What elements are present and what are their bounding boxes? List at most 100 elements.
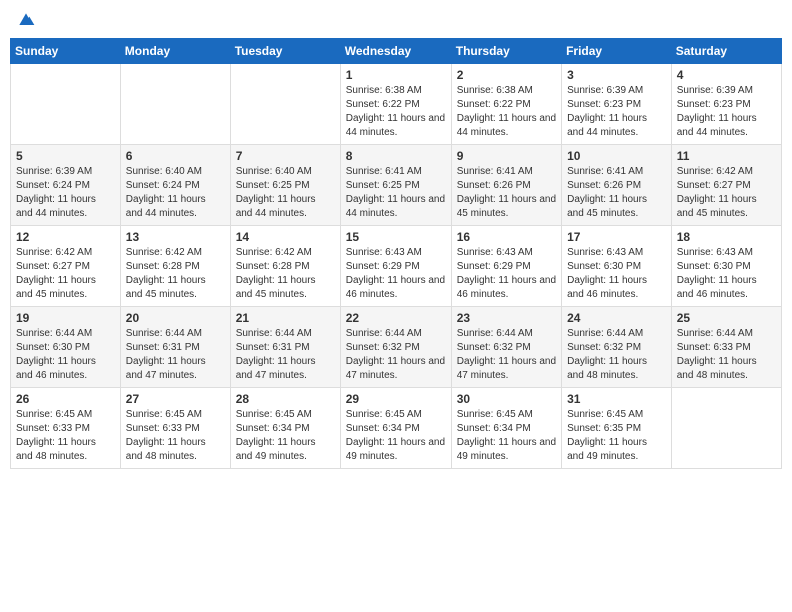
calendar-cell: 31Sunrise: 6:45 AM Sunset: 6:35 PM Dayli… [562,388,672,469]
day-number: 18 [677,230,776,244]
calendar-cell: 7 Sunrise: 6:40 AM Sunset: 6:25 PM Daylig… [230,145,340,226]
calendar-cell: 14 Sunrise: 6:42 AM Sunset: 6:28 PM Dayli… [230,226,340,307]
day-info: Sunrise: 6:44 AM Sunset: 6:31 PM Dayligh… [126,327,225,383]
day-of-week-header: Saturday [671,39,781,64]
day-number: 4 [677,68,776,82]
day-info: Sunrise: 6:41 AM Sunset: 6:25 PM Dayligh… [346,165,446,221]
day-number: 30 [457,392,556,406]
day-number: 24 [567,311,666,325]
calendar-week-row: 5Sunrise: 6:39 AM Sunset: 6:24 PM Daylig… [11,145,782,226]
day-info: Sunrise: 6:43 AM Sunset: 6:30 PM Dayligh… [677,246,776,302]
day-of-week-header: Thursday [451,39,561,64]
calendar-table: SundayMondayTuesdayWednesdayThursdayFrid… [10,38,782,469]
day-info: Sunrise: 6:42 AM Sunset: 6:28 PM Dayligh… [126,246,225,302]
calendar-week-row: 1 Sunrise: 6:38 AM Sunset: 6:22 PM Daylig… [11,64,782,145]
day-info: Sunrise: 6:42 AM Sunset: 6:28 PM Dayligh… [236,246,335,302]
day-number: 27 [126,392,225,406]
day-info: Sunrise: 6:45 AM Sunset: 6:33 PM Dayligh… [16,408,115,464]
day-of-week-header: Sunday [11,39,121,64]
calendar-cell: 20 Sunrise: 6:44 AM Sunset: 6:31 PM Dayli… [120,307,230,388]
day-of-week-header: Tuesday [230,39,340,64]
day-number: 22 [346,311,446,325]
day-info: Sunrise: 6:38 AM Sunset: 6:22 PM Dayligh… [457,84,556,140]
day-of-week-header: Monday [120,39,230,64]
calendar-cell: 25 Sunrise: 6:44 AM Sunset: 6:33 PM Dayli… [671,307,781,388]
day-number: 1 [346,68,446,82]
calendar-cell: 4 Sunrise: 6:39 AM Sunset: 6:23 PM Daylig… [671,64,781,145]
day-number: 7 [236,149,335,163]
calendar-cell: 27 Sunrise: 6:45 AM Sunset: 6:33 PM Dayli… [120,388,230,469]
day-number: 25 [677,311,776,325]
day-number: 28 [236,392,335,406]
calendar-cell: 13 Sunrise: 6:42 AM Sunset: 6:28 PM Dayli… [120,226,230,307]
day-info: Sunrise: 6:45 AM Sunset: 6:34 PM Dayligh… [457,408,556,464]
day-number: 15 [346,230,446,244]
day-info: Sunrise: 6:39 AM Sunset: 6:23 PM Dayligh… [567,84,666,140]
calendar-cell: 19 Sunrise: 6:44 AM Sunset: 6:30 PM Dayli… [11,307,121,388]
day-info: Sunrise: 6:44 AM Sunset: 6:32 PM Dayligh… [567,327,666,383]
day-number: 3 [567,68,666,82]
day-info: Sunrise: 6:45 AM Sunset: 6:33 PM Dayligh… [126,408,225,464]
day-number: 9 [457,149,556,163]
calendar-cell: 11 Sunrise: 6:42 AM Sunset: 6:27 PM Dayli… [671,145,781,226]
day-info: Sunrise: 6:45 AM Sunset: 6:34 PM Dayligh… [236,408,335,464]
calendar-cell: 16 Sunrise: 6:43 AM Sunset: 6:29 PM Dayli… [451,226,561,307]
day-info: Sunrise: 6:39 AM Sunset: 6:23 PM Dayligh… [677,84,776,140]
day-info: Sunrise: 6:45 AM Sunset: 6:34 PM Dayligh… [346,408,446,464]
day-info: Sunrise: 6:40 AM Sunset: 6:25 PM Dayligh… [236,165,335,221]
day-number: 13 [126,230,225,244]
day-number: 31 [567,392,666,406]
calendar-cell: 6Sunrise: 6:40 AM Sunset: 6:24 PM Daylig… [120,145,230,226]
calendar-cell [120,64,230,145]
calendar-cell: 3 Sunrise: 6:39 AM Sunset: 6:23 PM Daylig… [562,64,672,145]
calendar-week-row: 12 Sunrise: 6:42 AM Sunset: 6:27 PM Dayli… [11,226,782,307]
calendar-cell: 23 Sunrise: 6:44 AM Sunset: 6:32 PM Dayli… [451,307,561,388]
day-info: Sunrise: 6:41 AM Sunset: 6:26 PM Dayligh… [457,165,556,221]
calendar-cell: 8Sunrise: 6:41 AM Sunset: 6:25 PM Daylig… [340,145,451,226]
day-number: 5 [16,149,115,163]
day-of-week-header: Friday [562,39,672,64]
day-of-week-header: Wednesday [340,39,451,64]
calendar-cell: 26 Sunrise: 6:45 AM Sunset: 6:33 PM Dayli… [11,388,121,469]
day-info: Sunrise: 6:44 AM Sunset: 6:32 PM Dayligh… [457,327,556,383]
day-number: 11 [677,149,776,163]
calendar-cell: 29Sunrise: 6:45 AM Sunset: 6:34 PM Dayli… [340,388,451,469]
day-info: Sunrise: 6:43 AM Sunset: 6:29 PM Dayligh… [457,246,556,302]
day-number: 20 [126,311,225,325]
day-number: 10 [567,149,666,163]
calendar-cell: 24 Sunrise: 6:44 AM Sunset: 6:32 PM Dayli… [562,307,672,388]
day-info: Sunrise: 6:44 AM Sunset: 6:30 PM Dayligh… [16,327,115,383]
calendar-cell: 5Sunrise: 6:39 AM Sunset: 6:24 PM Daylig… [11,145,121,226]
calendar-cell: 9 Sunrise: 6:41 AM Sunset: 6:26 PM Daylig… [451,145,561,226]
logo [14,10,36,30]
day-number: 26 [16,392,115,406]
logo-icon [16,10,36,30]
calendar-cell: 22Sunrise: 6:44 AM Sunset: 6:32 PM Dayli… [340,307,451,388]
calendar-cell: 1 Sunrise: 6:38 AM Sunset: 6:22 PM Daylig… [340,64,451,145]
day-info: Sunrise: 6:43 AM Sunset: 6:29 PM Dayligh… [346,246,446,302]
calendar-cell [671,388,781,469]
page-header [10,10,782,30]
calendar-cell: 28 Sunrise: 6:45 AM Sunset: 6:34 PM Dayli… [230,388,340,469]
day-info: Sunrise: 6:42 AM Sunset: 6:27 PM Dayligh… [16,246,115,302]
calendar-cell: 2 Sunrise: 6:38 AM Sunset: 6:22 PM Daylig… [451,64,561,145]
day-number: 23 [457,311,556,325]
day-info: Sunrise: 6:41 AM Sunset: 6:26 PM Dayligh… [567,165,666,221]
day-info: Sunrise: 6:38 AM Sunset: 6:22 PM Dayligh… [346,84,446,140]
calendar-cell: 17 Sunrise: 6:43 AM Sunset: 6:30 PM Dayli… [562,226,672,307]
day-info: Sunrise: 6:43 AM Sunset: 6:30 PM Dayligh… [567,246,666,302]
day-info: Sunrise: 6:44 AM Sunset: 6:33 PM Dayligh… [677,327,776,383]
day-info: Sunrise: 6:42 AM Sunset: 6:27 PM Dayligh… [677,165,776,221]
day-number: 17 [567,230,666,244]
calendar-week-row: 26 Sunrise: 6:45 AM Sunset: 6:33 PM Dayli… [11,388,782,469]
calendar-cell [11,64,121,145]
day-number: 19 [16,311,115,325]
day-number: 14 [236,230,335,244]
calendar-cell: 10 Sunrise: 6:41 AM Sunset: 6:26 PM Dayli… [562,145,672,226]
day-number: 2 [457,68,556,82]
day-info: Sunrise: 6:44 AM Sunset: 6:31 PM Dayligh… [236,327,335,383]
day-number: 21 [236,311,335,325]
day-number: 12 [16,230,115,244]
calendar-week-row: 19 Sunrise: 6:44 AM Sunset: 6:30 PM Dayli… [11,307,782,388]
day-number: 16 [457,230,556,244]
